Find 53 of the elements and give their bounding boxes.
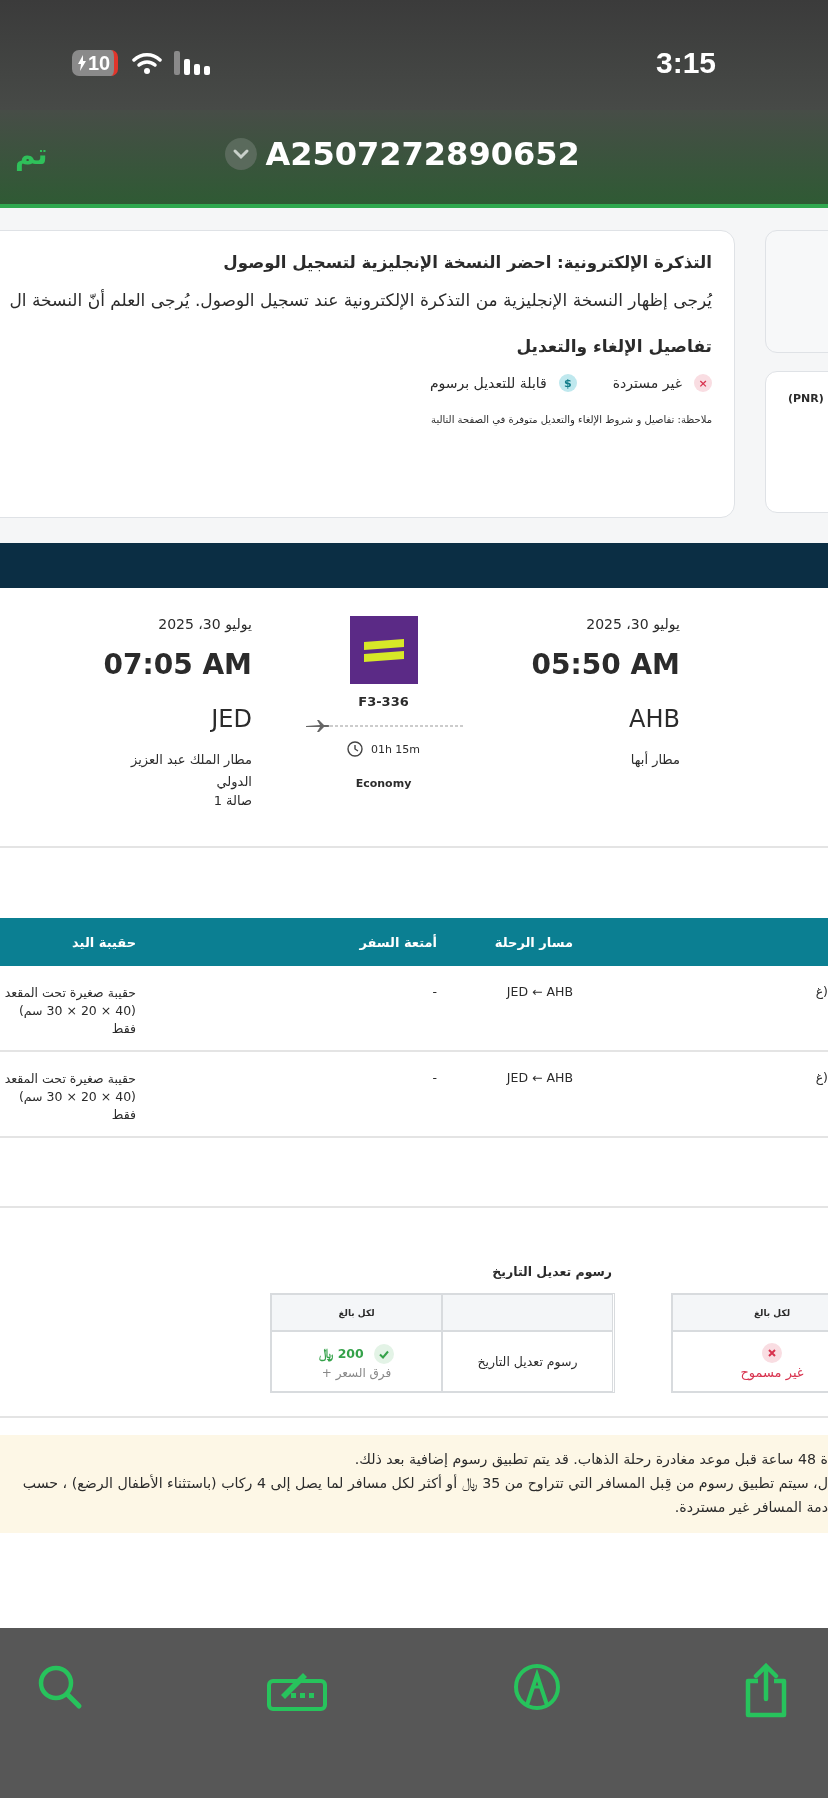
airport-code: JED (211, 705, 252, 733)
airport-name: مطار أبها (629, 750, 680, 769)
share-icon[interactable] (744, 1663, 788, 1719)
terminal-text: صالة 1 (213, 793, 252, 808)
section-heading: تفاصيل الإلغاء والتعديل (516, 336, 712, 356)
notice-text: دمة المسافر غير مستردة. (673, 1498, 828, 1518)
card-title: التذكرة الإلكترونية: احضر النسخة الإنجليزية لتسجيل الوصول (223, 253, 712, 272)
table-cell: رسوم تعديل التاريخ (477, 1354, 578, 1369)
table-cell: حقيبة صغيرة تحت المقعد (40 × 20 × 30 سم) فقط (4, 985, 136, 1036)
cross-icon: × (694, 374, 712, 392)
column-header: لكل بالغ (753, 1307, 791, 1318)
column-header: لكل بالغ (338, 1307, 375, 1318)
cabin-class: Economy (355, 777, 412, 790)
wifi-icon (132, 52, 163, 74)
chevron-down-icon[interactable] (225, 138, 258, 170)
clock-icon (346, 741, 363, 757)
column-header: مسار الرحلة (494, 934, 573, 950)
airport-name: مطار الملك عبد العزيز الدولي (129, 751, 252, 792)
policy-label: غير مستردة (612, 375, 682, 391)
flight-duration: 01h 15m (370, 742, 421, 756)
flight-number: F3-336 (358, 694, 409, 709)
table-cell: - (432, 984, 437, 999)
price-difference-text: + فرق السعر (321, 1365, 392, 1380)
done-button[interactable]: تم (15, 137, 48, 171)
pnr-label: (PNR) (788, 392, 824, 405)
table-cell: غ) (815, 1070, 828, 1085)
arrival-time: 07:05 AM (103, 648, 252, 681)
battery-icon: 10 (72, 50, 119, 76)
table-cell: - (432, 1070, 437, 1085)
fee-amount: 200 ﷼ (319, 1345, 364, 1362)
column-header: حقيبة اليد (72, 934, 136, 950)
clock-time: 3:15 (655, 46, 716, 80)
policy-label: قابلة للتعديل برسوم (429, 375, 547, 391)
not-allowed-text: غير مسموح (740, 1365, 804, 1380)
pen-circle-icon[interactable] (512, 1663, 561, 1711)
airport-code: AHB (629, 705, 680, 733)
search-icon[interactable] (36, 1663, 84, 1711)
card-text: يُرجى إظهار النسخة الإنجليزية من التذكرة الإلكترونية عند تسجيل الوصول. يُرجى العلم أنّ النسخة ال (9, 290, 712, 310)
dollar-icon: $ (558, 374, 577, 392)
column-header: أمتعة السفر (359, 934, 437, 950)
arrival-date: يوليو 30، 2025 (158, 616, 252, 632)
table-cell: غ) (815, 984, 828, 999)
table-cell: حقيبة صغيرة تحت المقعد (40 × 20 × 30 سم) فقط (4, 1071, 136, 1122)
document-title: A2507272890652 (265, 135, 580, 173)
notice-text: ل، سيتم تطبيق رسوم من قِبل المسافر التي تتراوح من 35 ﷼ أو أكثر لكل مسافر لما يصل إلى 4 ركاب (باستثناء الأطفال الرضع) ، حسب (21, 1473, 828, 1494)
note-text: ملاحظة: تفاصيل و شروط الإلغاء والتعديل متوفرة في الصفحة التالية (431, 414, 712, 425)
section-heading: رسوم تعديل التاريخ (492, 1264, 612, 1279)
departure-date: يوليو 30، 2025 (586, 616, 680, 632)
notice-text: ة 48 ساعة قبل موعد مغادرة رحلة الذهاب. قد يتم تطبيق رسوم إضافية بعد ذلك. (353, 1450, 828, 1470)
airline-logo (349, 616, 418, 684)
departure-time: 05:50 AM (531, 648, 680, 681)
table-cell: JED ← AHB (506, 984, 573, 999)
table-cell: JED ← AHB (506, 1070, 573, 1085)
